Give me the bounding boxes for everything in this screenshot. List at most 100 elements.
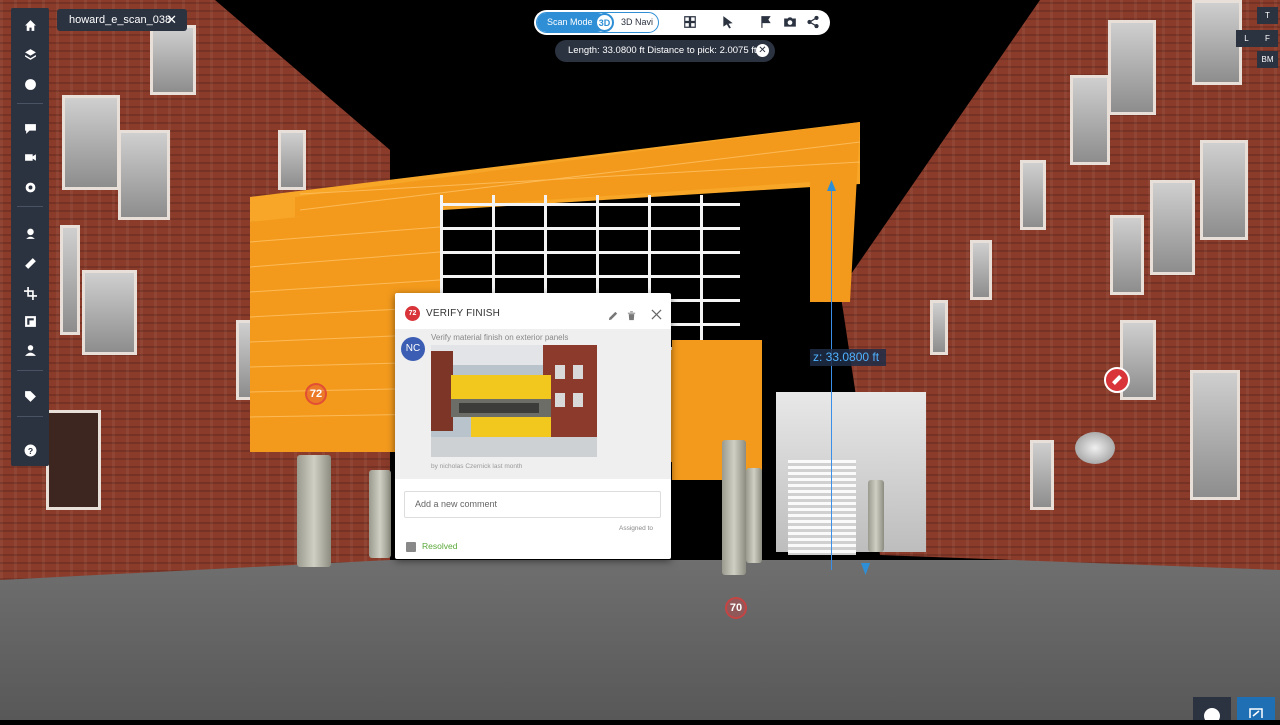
window <box>150 25 196 95</box>
help-icon: ? <box>24 444 36 456</box>
svg-text:?: ? <box>27 445 32 455</box>
measure-button[interactable] <box>11 249 49 277</box>
comment-icon <box>24 123 36 134</box>
pillar <box>868 480 884 552</box>
issue-detail-card: 72 VERIFY FINISH NC Verify material fini… <box>395 293 671 559</box>
comment-meta: by nicholas Czernick last month <box>431 463 523 470</box>
divider <box>17 370 43 371</box>
divider <box>17 103 43 104</box>
pin-icon <box>25 228 35 239</box>
measurement-text: Length: 33.0800 ft Distance to pick: 2.0… <box>568 45 757 56</box>
ruler-icon <box>24 257 36 269</box>
close-icon[interactable]: ✕ <box>166 9 177 31</box>
building-photo <box>431 345 597 457</box>
security-camera <box>1075 432 1115 464</box>
home-button[interactable] <box>11 11 49 39</box>
window <box>1110 215 1144 295</box>
pin-button[interactable] <box>11 219 49 247</box>
trash-icon[interactable] <box>626 308 637 321</box>
window <box>118 130 170 220</box>
orange-panel-lower <box>672 340 762 480</box>
divider <box>17 416 43 417</box>
walkthrough-button[interactable] <box>11 336 49 364</box>
layers-icon <box>24 48 36 60</box>
flag-icon[interactable] <box>759 15 773 29</box>
window <box>1108 20 1156 115</box>
close-icon[interactable]: ✕ <box>756 44 769 57</box>
ruler-icon <box>1112 375 1122 385</box>
entrance-stairs <box>788 460 856 555</box>
view-front-button[interactable]: F <box>1257 30 1278 47</box>
new-comment-input[interactable]: Add a new comment <box>404 491 661 518</box>
avatar: NC <box>401 337 425 361</box>
scan-sphere-button[interactable] <box>11 70 49 98</box>
scan-name: howard_e_scan_038 <box>69 14 172 26</box>
crop-button[interactable] <box>11 279 49 307</box>
window <box>1070 75 1110 165</box>
navi-mode-option[interactable]: 3D Navi <box>621 13 653 32</box>
scan-tab[interactable]: howard_e_scan_038 ✕ <box>57 9 187 31</box>
window <box>1190 370 1240 500</box>
resolved-checkbox[interactable] <box>406 542 416 552</box>
video-button[interactable] <box>11 143 49 171</box>
home-icon <box>24 19 36 31</box>
floorplan-icon <box>24 315 36 327</box>
layers-button[interactable] <box>11 40 49 68</box>
issue-title: VERIFY FINISH <box>426 308 501 319</box>
crop-icon <box>23 286 37 300</box>
top-toolbar: Scan Mode 3D 3D Navi <box>534 10 830 35</box>
z-dimension-label: z: 33.0800 ft <box>810 349 886 366</box>
left-toolbar: ? <box>11 8 49 466</box>
expand-icon <box>1249 708 1263 718</box>
comment-thread: NC Verify material finish on exterior pa… <box>395 329 671 479</box>
logo-icon <box>1204 708 1220 724</box>
fullscreen-button[interactable] <box>1237 697 1275 720</box>
resolved-label: Resolved <box>422 541 458 551</box>
window <box>1200 140 1248 240</box>
window <box>60 225 80 335</box>
window <box>46 410 101 510</box>
window <box>1150 180 1195 275</box>
sphere-icon <box>24 78 36 90</box>
camera-icon[interactable] <box>783 15 797 29</box>
tags-button[interactable] <box>11 382 49 410</box>
share-icon[interactable] <box>806 15 820 29</box>
view-left-button[interactable]: L <box>1236 30 1257 47</box>
window <box>62 95 120 190</box>
comments-button[interactable] <box>11 114 49 142</box>
help-button[interactable]: ? <box>11 436 49 464</box>
window <box>930 300 948 355</box>
ground-plane <box>0 560 1280 720</box>
pillar <box>369 470 391 558</box>
pillar <box>297 455 331 567</box>
person-icon <box>24 344 36 356</box>
ruler-tool-marker[interactable] <box>1104 367 1130 393</box>
pillar <box>746 468 762 563</box>
view-top-button[interactable]: T <box>1257 7 1278 24</box>
close-icon[interactable] <box>651 307 663 320</box>
camera-icon <box>24 153 36 161</box>
edit-icon[interactable] <box>608 308 619 321</box>
attached-photo[interactable] <box>431 345 597 457</box>
cursor-icon[interactable] <box>721 15 735 29</box>
window <box>82 270 137 355</box>
tag-icon <box>24 390 36 402</box>
issue-marker[interactable]: 70 <box>725 597 747 619</box>
divider <box>17 206 43 207</box>
floorplan-button[interactable] <box>11 307 49 335</box>
mode-switch-icon[interactable]: 3D <box>595 13 614 32</box>
assigned-to-label: Assigned to <box>619 525 653 532</box>
window <box>1020 160 1046 230</box>
view-bm-button[interactable]: BM <box>1257 51 1278 68</box>
logo-button[interactable] <box>1193 697 1231 724</box>
issue-number-badge: 72 <box>405 306 420 321</box>
measurement-line <box>831 185 832 570</box>
comment-text: Verify material finish on exterior panel… <box>431 333 569 342</box>
issue-marker[interactable]: 72 <box>305 383 327 405</box>
mode-toggle[interactable]: Scan Mode 3D 3D Navi <box>536 12 659 33</box>
settings-button[interactable] <box>11 173 49 201</box>
pillar <box>722 440 746 575</box>
grid-icon[interactable] <box>683 15 697 29</box>
measurement-info-bar: Length: 33.0800 ft Distance to pick: 2.0… <box>555 40 775 62</box>
window <box>1030 440 1054 510</box>
